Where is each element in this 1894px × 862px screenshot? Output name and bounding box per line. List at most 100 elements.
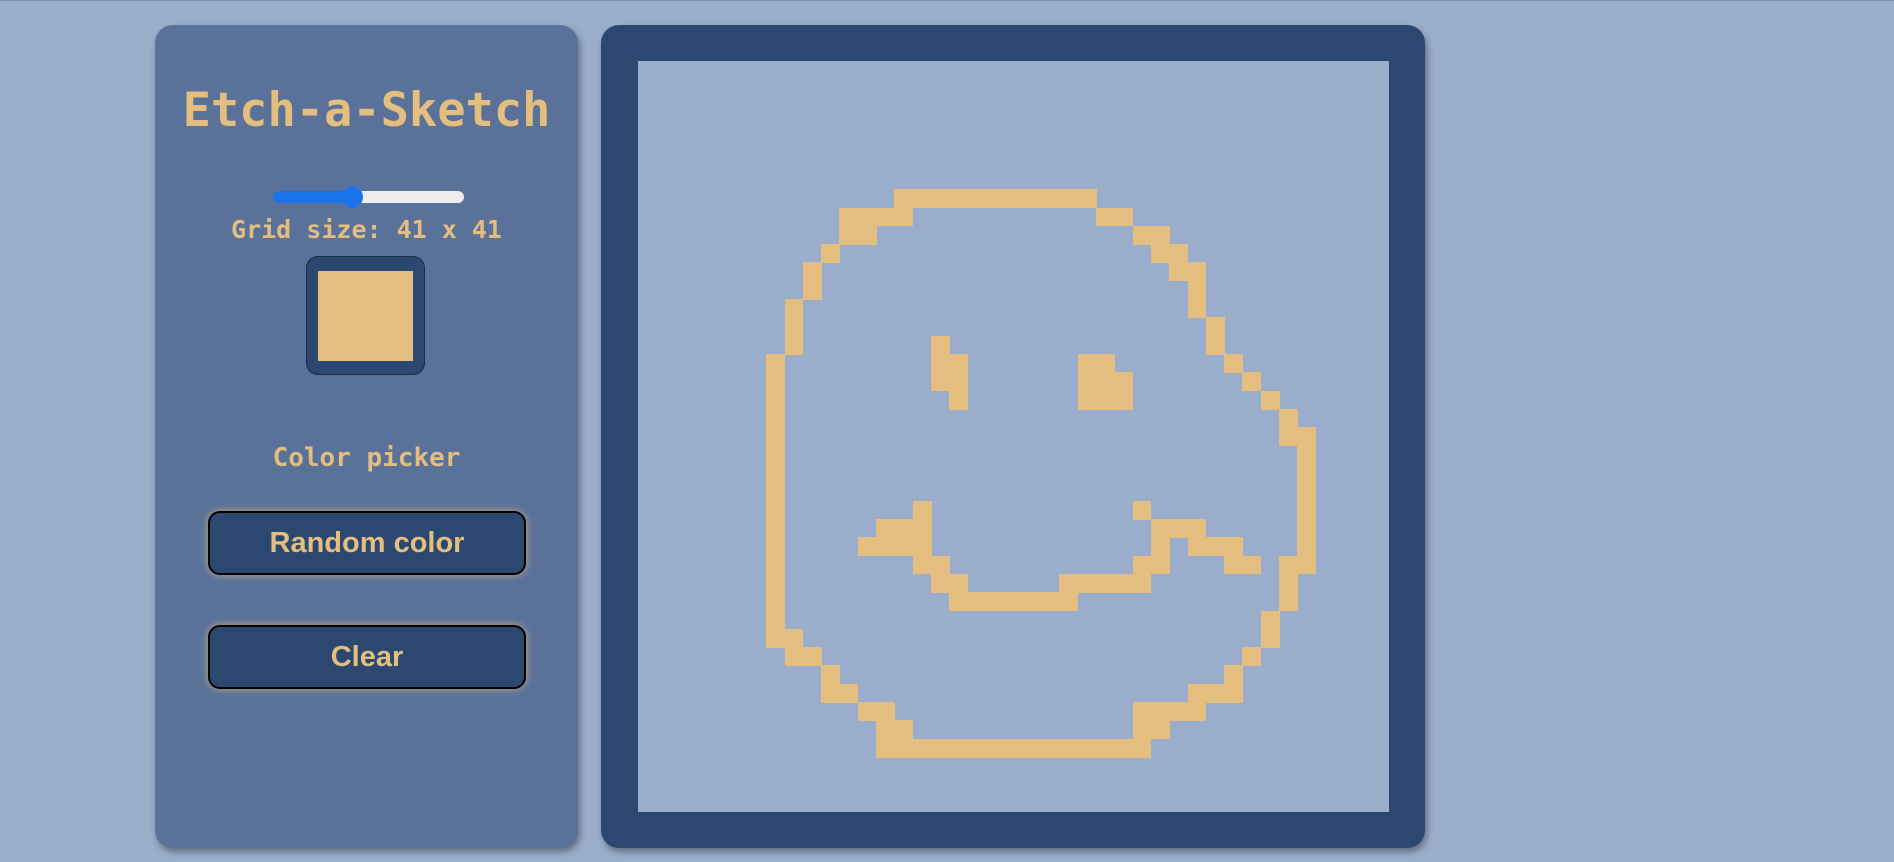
grid-cell-painted[interactable]	[1169, 262, 1189, 282]
grid-cell-painted[interactable]	[1095, 354, 1115, 373]
grid-cell-painted[interactable]	[1297, 537, 1317, 557]
grid-cell-painted[interactable]	[931, 573, 950, 593]
grid-cell-painted[interactable]	[986, 738, 1005, 758]
grid-cell-painted[interactable]	[1150, 225, 1170, 245]
grid-cell-painted[interactable]	[1224, 665, 1244, 685]
grid-cell-painted[interactable]	[986, 189, 1005, 209]
grid-cell-painted[interactable]	[1077, 738, 1097, 758]
clear-button[interactable]: Clear	[208, 625, 526, 689]
grid-cell-painted[interactable]	[1114, 372, 1134, 392]
grid-cell-painted[interactable]	[894, 537, 914, 557]
grid-cell-painted[interactable]	[894, 189, 914, 209]
grid-cell-painted[interactable]	[1077, 189, 1097, 209]
grid-cell-painted[interactable]	[949, 372, 969, 392]
grid-cell-painted[interactable]	[1004, 738, 1024, 758]
grid-cell-painted[interactable]	[857, 537, 877, 557]
grid-cell-painted[interactable]	[1150, 244, 1170, 264]
grid-cell-painted[interactable]	[1205, 335, 1225, 355]
grid-cell-painted[interactable]	[1169, 244, 1189, 264]
grid-cell-painted[interactable]	[912, 518, 932, 538]
grid-cell-painted[interactable]	[1279, 573, 1298, 593]
grid-cell-painted[interactable]	[1279, 555, 1298, 575]
grid-cell-painted[interactable]	[1132, 500, 1152, 520]
grid-cell-painted[interactable]	[766, 445, 786, 465]
grid-cell-painted[interactable]	[1205, 537, 1225, 557]
grid-cell-painted[interactable]	[1114, 207, 1134, 227]
grid-cell-painted[interactable]	[1297, 463, 1317, 483]
grid-cell-painted[interactable]	[912, 738, 932, 758]
grid-cell-painted[interactable]	[912, 500, 932, 520]
grid-cell-painted[interactable]	[876, 537, 896, 557]
grid-cell-painted[interactable]	[894, 720, 914, 740]
grid-cell-painted[interactable]	[967, 189, 987, 209]
grid-cell-painted[interactable]	[1150, 537, 1170, 557]
grid-cell-painted[interactable]	[839, 225, 859, 245]
grid-cell-painted[interactable]	[1095, 372, 1115, 392]
grid-cell-painted[interactable]	[1169, 702, 1189, 721]
grid-cell-painted[interactable]	[1022, 189, 1042, 209]
grid-cell-painted[interactable]	[1132, 702, 1152, 721]
grid-cell-painted[interactable]	[802, 647, 822, 667]
grid-cell-painted[interactable]	[1132, 225, 1152, 245]
grid-cell-painted[interactable]	[912, 537, 932, 557]
grid-cell-painted[interactable]	[949, 390, 969, 410]
grid-cell-painted[interactable]	[1114, 390, 1134, 410]
grid-cell-painted[interactable]	[876, 738, 896, 758]
grid-cell-painted[interactable]	[766, 592, 786, 612]
grid-cell-painted[interactable]	[1150, 518, 1170, 538]
random-color-button[interactable]: Random color	[208, 511, 526, 575]
grid-cell-painted[interactable]	[1187, 537, 1207, 557]
grid-cell-painted[interactable]	[986, 592, 1005, 612]
grid-cell-painted[interactable]	[766, 518, 786, 538]
grid-cell-painted[interactable]	[1077, 390, 1097, 410]
grid-cell-painted[interactable]	[876, 207, 896, 227]
grid-cell-painted[interactable]	[1077, 354, 1097, 373]
grid-cell-painted[interactable]	[784, 628, 804, 648]
grid-cell-painted[interactable]	[931, 738, 950, 758]
grid-cell-painted[interactable]	[1059, 592, 1079, 612]
grid-cell-painted[interactable]	[766, 372, 786, 392]
grid-cell-painted[interactable]	[1224, 354, 1244, 373]
grid-cell-painted[interactable]	[821, 665, 841, 685]
grid-cell-painted[interactable]	[766, 500, 786, 520]
grid-cell-painted[interactable]	[949, 573, 969, 593]
grid-cell-painted[interactable]	[1205, 317, 1225, 337]
grid-cell-painted[interactable]	[1095, 207, 1115, 227]
grid-cell-painted[interactable]	[766, 555, 786, 575]
grid-cell-painted[interactable]	[1279, 427, 1298, 447]
grid-cell-painted[interactable]	[1095, 573, 1115, 593]
grid-cell-painted[interactable]	[1059, 573, 1079, 593]
drawing-grid[interactable]	[638, 61, 1389, 812]
grid-cell-painted[interactable]	[766, 628, 786, 648]
grid-cell-painted[interactable]	[931, 354, 950, 373]
grid-cell-painted[interactable]	[1169, 518, 1189, 538]
grid-cell-painted[interactable]	[1260, 390, 1280, 410]
grid-cell-painted[interactable]	[931, 335, 950, 355]
grid-cell-painted[interactable]	[1242, 372, 1262, 392]
grid-cell-painted[interactable]	[1132, 573, 1152, 593]
grid-cell-painted[interactable]	[821, 683, 841, 703]
grid-cell-painted[interactable]	[1279, 409, 1298, 428]
grid-size-slider[interactable]	[273, 189, 464, 205]
grid-cell-painted[interactable]	[766, 537, 786, 557]
grid-cell-painted[interactable]	[1297, 555, 1317, 575]
grid-cell-painted[interactable]	[1297, 518, 1317, 538]
grid-cell-painted[interactable]	[931, 189, 950, 209]
grid-cell-painted[interactable]	[1114, 573, 1134, 593]
grid-cell-painted[interactable]	[1040, 592, 1060, 612]
grid-cell-painted[interactable]	[1150, 702, 1170, 721]
grid-cell-painted[interactable]	[1297, 500, 1317, 520]
grid-cell-painted[interactable]	[1205, 683, 1225, 703]
grid-cell-painted[interactable]	[1059, 189, 1079, 209]
grid-cell-painted[interactable]	[766, 463, 786, 483]
grid-cell-painted[interactable]	[1150, 720, 1170, 740]
grid-cell-painted[interactable]	[1242, 555, 1262, 575]
grid-cell-painted[interactable]	[876, 518, 896, 538]
grid-cell-painted[interactable]	[857, 702, 877, 721]
grid-cell-painted[interactable]	[1095, 738, 1115, 758]
grid-cell-painted[interactable]	[876, 720, 896, 740]
grid-cell-painted[interactable]	[784, 335, 804, 355]
grid-cell-painted[interactable]	[1059, 738, 1079, 758]
grid-cell-painted[interactable]	[802, 280, 822, 300]
grid-cell-painted[interactable]	[1077, 573, 1097, 593]
